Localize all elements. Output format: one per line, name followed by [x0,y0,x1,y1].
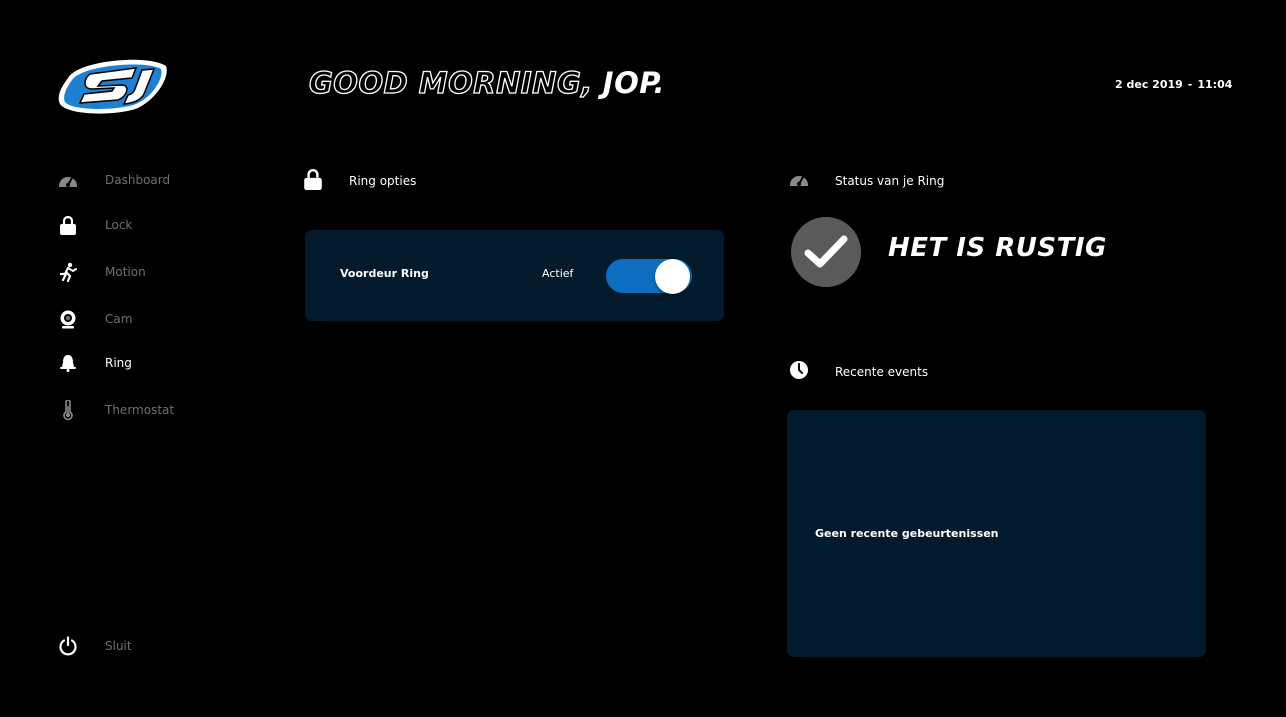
ring-options-header: Ring opties [303,169,603,193]
ring-device-card: Voordeur Ring Actief [305,230,724,321]
speedometer-icon [789,171,809,191]
current-date: 2 dec 2019 [1115,78,1183,91]
events-header: Recente events [789,360,1089,384]
events-empty-message: Geen recente gebeurtenissen [815,527,999,540]
sidebar-item-ring[interactable]: Ring [56,351,236,375]
status-title: Status van je Ring [835,174,945,188]
webcam-icon [56,307,80,331]
status-check-badge [791,217,861,287]
date-time: 2 dec 2019-11:04 [1115,78,1232,91]
sidebar-item-label: Lock [105,218,133,232]
ring-active-toggle[interactable] [606,259,692,294]
date-time-separator: - [1187,78,1193,91]
device-state-label: Actief [542,267,574,280]
status-message: HET IS RUSTIG [888,233,1107,263]
sidebar-item-label: Thermostat [105,403,175,417]
speedometer-icon [56,168,80,192]
sidebar-item-label: Ring [105,356,132,370]
power-icon [56,634,80,658]
close-label: Sluit [105,639,132,653]
thermometer-icon [56,398,80,422]
brand-logo[interactable] [58,58,170,114]
sidebar-item-cam[interactable]: Cam [56,307,236,331]
ring-options-title: Ring opties [349,174,417,188]
events-title: Recente events [835,365,929,379]
greeting-text: GOOD MORNING, [308,65,593,100]
sidebar-item-label: Cam [105,312,133,326]
lock-icon [303,168,323,194]
close-button[interactable]: Sluit [56,634,236,658]
clock-icon [789,360,809,384]
sidebar-item-motion[interactable]: Motion [56,260,236,284]
recent-events-panel: Geen recente gebeurtenissen [787,410,1206,657]
sidebar-item-label: Dashboard [105,173,171,187]
sidebar-item-lock[interactable]: Lock [56,213,236,237]
device-name: Voordeur Ring [340,267,429,280]
sidebar-item-label: Motion [105,265,146,279]
sidebar-item-thermostat[interactable]: Thermostat [56,398,236,422]
user-name: JOP. [602,66,666,100]
checkmark-icon [804,235,848,268]
toggle-knob [655,259,690,294]
status-header: Status van je Ring [789,169,1089,193]
current-time: 11:04 [1197,78,1233,91]
running-person-icon [56,260,80,284]
bell-icon [56,351,80,375]
sidebar-item-dashboard[interactable]: Dashboard [56,168,236,192]
lock-icon [56,213,80,237]
app-root: GOOD MORNING, JOP. 2 dec 2019-11:04 Dashb… [0,0,1286,717]
greeting-heading: GOOD MORNING, JOP. [308,65,666,100]
